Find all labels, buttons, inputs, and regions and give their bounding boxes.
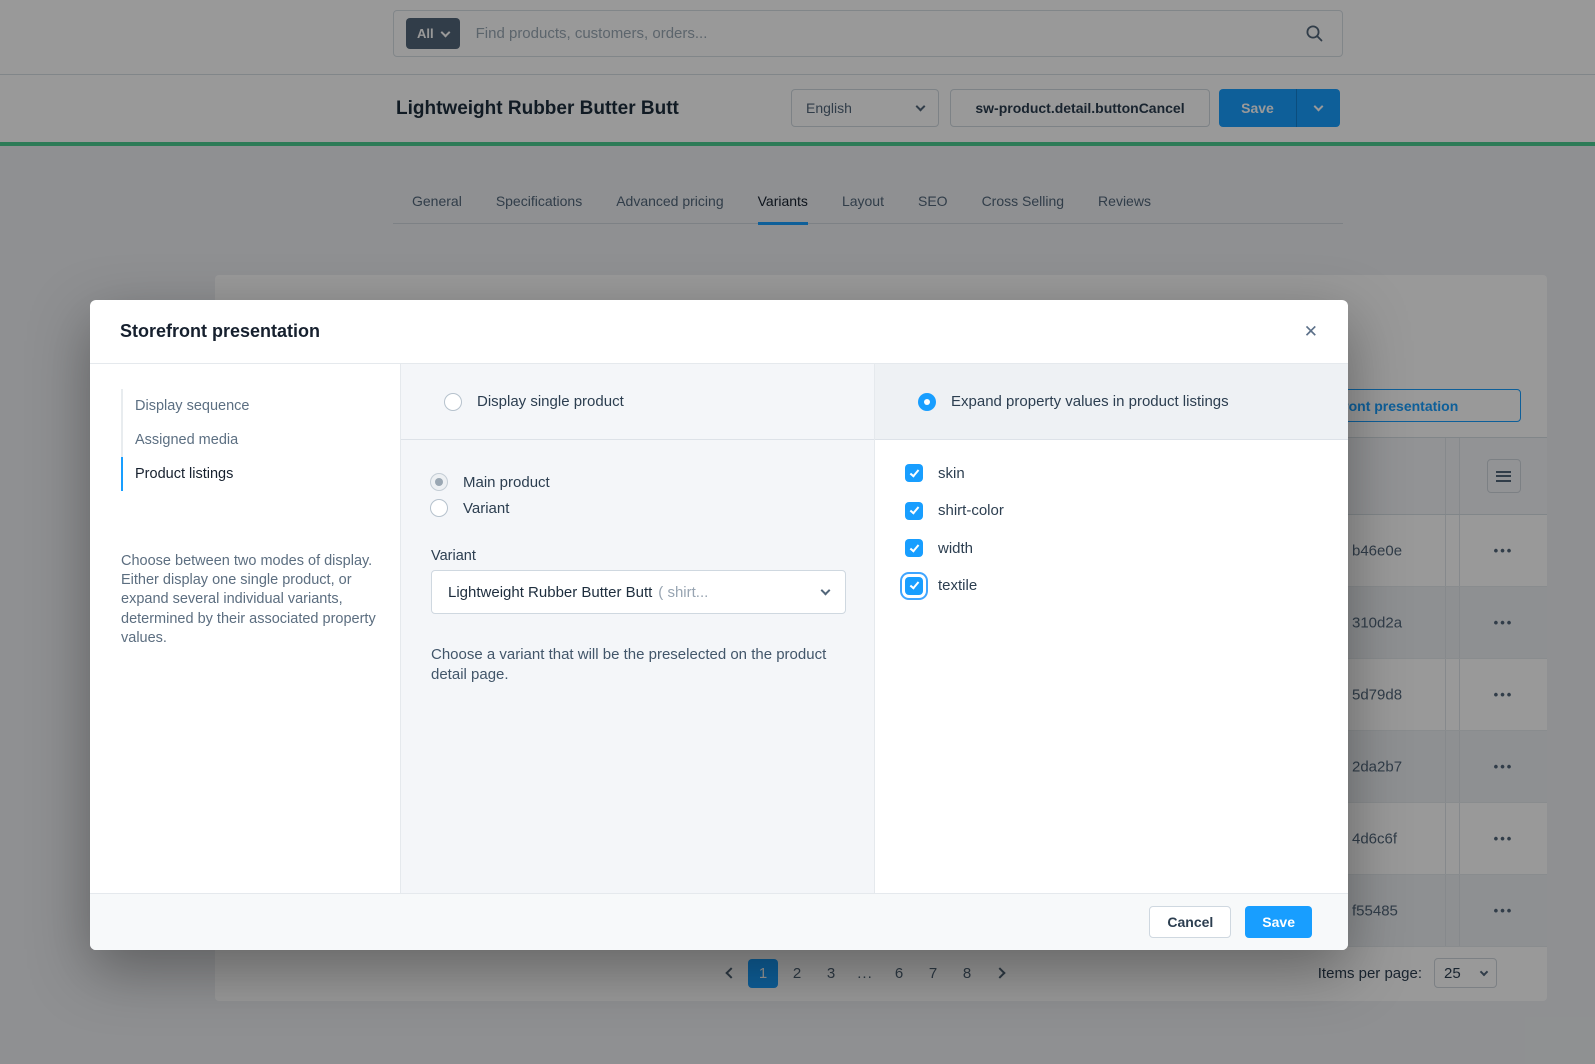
property-option-shirt-color[interactable]: shirt-color bbox=[905, 502, 1004, 520]
variant-select-label: Variant bbox=[431, 548, 476, 564]
main-product-label[interactable]: Main product bbox=[463, 474, 550, 491]
property-option-skin[interactable]: skin bbox=[905, 464, 1004, 482]
close-icon[interactable]: ✕ bbox=[1304, 323, 1318, 340]
expand-property-values-option[interactable]: Expand property values in product listin… bbox=[875, 364, 1348, 440]
main-product-option[interactable]: Main product bbox=[430, 469, 550, 495]
checkbox-width[interactable] bbox=[905, 539, 923, 557]
checkbox-skin[interactable] bbox=[905, 464, 923, 482]
main-product-radio[interactable] bbox=[430, 473, 448, 491]
variant-radio[interactable] bbox=[430, 499, 448, 517]
variant-select[interactable]: Lightweight Rubber Butter Butt ( shirt..… bbox=[431, 570, 846, 614]
modal-footer: Cancel Save bbox=[90, 893, 1348, 950]
variant-select-value: Lightweight Rubber Butter Butt bbox=[448, 584, 652, 601]
property-option-width[interactable]: width bbox=[905, 539, 1004, 557]
modal-header: Storefront presentation ✕ bbox=[90, 300, 1348, 364]
expand-properties-column: Expand property values in product listin… bbox=[875, 364, 1348, 893]
check-icon bbox=[909, 579, 919, 589]
variant-radio-label[interactable]: Variant bbox=[463, 500, 509, 517]
storefront-presentation-modal: Storefront presentation ✕ Display sequen… bbox=[90, 300, 1348, 950]
checkbox-shirt-color[interactable] bbox=[905, 502, 923, 520]
checkbox-width-label[interactable]: width bbox=[938, 540, 973, 557]
property-option-textile[interactable]: textile bbox=[905, 577, 1004, 595]
checkbox-skin-label[interactable]: skin bbox=[938, 465, 965, 482]
variant-option[interactable]: Variant bbox=[430, 495, 550, 521]
variant-select-value-suffix: ( shirt... bbox=[658, 584, 708, 601]
expand-property-values-label[interactable]: Expand property values in product listin… bbox=[951, 393, 1229, 410]
save-button[interactable]: Save bbox=[1245, 906, 1312, 938]
single-product-column: Display single product Main product Vari… bbox=[400, 364, 875, 893]
check-icon bbox=[909, 467, 919, 477]
cancel-button[interactable]: Cancel bbox=[1149, 906, 1231, 938]
variant-helper-text: Choose a variant that will be the presel… bbox=[431, 645, 829, 684]
check-icon bbox=[909, 504, 919, 514]
property-checkbox-list: skin shirt-color width textile bbox=[905, 464, 1004, 595]
display-single-product-label[interactable]: Display single product bbox=[477, 393, 624, 410]
modal-sidebar: Display sequence Assigned media Product … bbox=[90, 364, 400, 893]
modal-body: Display sequence Assigned media Product … bbox=[90, 364, 1348, 893]
check-icon bbox=[909, 542, 919, 552]
sidebar-item-assigned-media[interactable]: Assigned media bbox=[121, 423, 249, 457]
checkbox-shirt-color-label[interactable]: shirt-color bbox=[938, 502, 1004, 519]
checkbox-textile-label[interactable]: textile bbox=[938, 577, 977, 594]
modal-description: Choose between two modes of display. Eit… bbox=[121, 552, 379, 648]
single-product-radios: Main product Variant bbox=[430, 469, 550, 521]
expand-property-values-radio[interactable] bbox=[918, 393, 936, 411]
checkbox-textile[interactable] bbox=[905, 577, 923, 595]
modal-nav: Display sequence Assigned media Product … bbox=[121, 389, 249, 491]
display-single-product-option[interactable]: Display single product bbox=[401, 364, 874, 440]
sidebar-item-product-listings[interactable]: Product listings bbox=[121, 457, 249, 491]
sidebar-item-display-sequence[interactable]: Display sequence bbox=[121, 389, 249, 423]
modal-title: Storefront presentation bbox=[120, 321, 320, 342]
display-single-product-radio[interactable] bbox=[444, 393, 462, 411]
chevron-down-icon bbox=[821, 585, 831, 595]
